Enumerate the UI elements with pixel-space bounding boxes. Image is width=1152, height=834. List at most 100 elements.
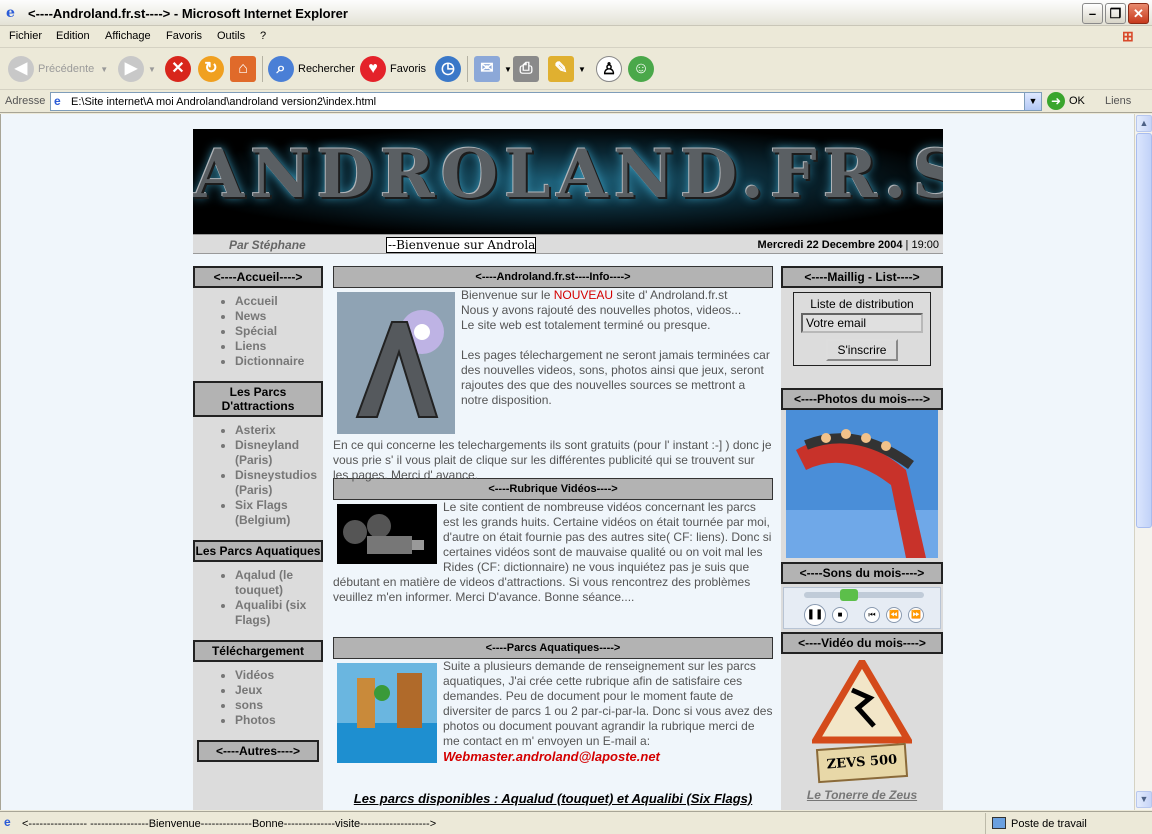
nav-disneystudios[interactable]: Disneystudios (Paris) xyxy=(235,468,323,498)
close-icon: ✕ xyxy=(1133,6,1144,21)
welcome-marquee: --Bienvenue sur Androland xyxy=(386,237,536,253)
page-icon: e xyxy=(54,94,61,108)
menu-affichage[interactable]: Affichage xyxy=(105,30,151,42)
research-button[interactable]: ♙ xyxy=(596,53,626,85)
messenger-icon: ☺ xyxy=(628,56,654,82)
links-label[interactable]: Liens xyxy=(1105,95,1131,107)
aqua-section-heading: <----Parcs Aquatiques----> xyxy=(333,637,773,659)
seek-bar[interactable] xyxy=(804,592,924,598)
nav-photos[interactable]: Photos xyxy=(235,713,323,728)
stop-media-button[interactable]: ■ xyxy=(832,607,848,623)
nav-disneyland[interactable]: Disneyland (Paris) xyxy=(235,438,323,468)
autres-heading: <----Autres----> xyxy=(197,740,319,762)
home-button[interactable]: ⌂ xyxy=(230,53,260,85)
history-button[interactable]: ◷ xyxy=(435,53,465,85)
date-time: Mercredi 22 Decembre 2004 | 19:00 xyxy=(757,239,939,251)
messenger-button[interactable]: ☺ xyxy=(628,53,658,85)
address-bar: Adresse e E:\Site internet\A moi Androla… xyxy=(0,90,1152,113)
close-button[interactable]: ✕ xyxy=(1128,3,1149,24)
refresh-button[interactable]: ↻ xyxy=(198,53,228,85)
title-bar: e <----Androland.fr.st----> - Microsoft … xyxy=(0,0,1152,26)
pause-button[interactable]: ❚❚ xyxy=(804,604,826,626)
zone-label: Poste de travail xyxy=(1011,818,1087,830)
nav-six-flags[interactable]: Six Flags (Belgium) xyxy=(235,498,323,528)
menu-edition[interactable]: Edition xyxy=(56,30,90,42)
minimize-icon: – xyxy=(1088,6,1097,21)
rollercoaster-image xyxy=(786,410,938,558)
nav-special[interactable]: Spécial xyxy=(235,324,323,339)
forward-button[interactable]: ▶ ▼ xyxy=(118,53,156,85)
nav-accueil[interactable]: Accueil xyxy=(235,294,323,309)
chevron-down-icon[interactable]: ▼ xyxy=(1024,93,1041,110)
dl-nav: Vidéos Jeux sons Photos xyxy=(193,662,323,740)
menu-fichier[interactable]: Fichier xyxy=(9,30,42,42)
person-icon: ♙ xyxy=(596,56,622,82)
heart-icon: ♥ xyxy=(360,56,386,82)
maximize-button[interactable]: ❐ xyxy=(1105,3,1126,24)
toolbar-separator xyxy=(467,56,468,82)
mail-button[interactable]: ✉ ▼ xyxy=(474,53,512,85)
nav-asterix[interactable]: Asterix xyxy=(235,423,323,438)
address-input[interactable]: e E:\Site internet\A moi Androland\andro… xyxy=(50,92,1042,111)
accueil-nav: Accueil News Spécial Liens Dictionnaire xyxy=(193,288,323,381)
vertical-scrollbar[interactable]: ▲ ▼ xyxy=(1134,114,1152,810)
menu-outils[interactable]: Outils xyxy=(217,30,245,42)
projector-image xyxy=(337,504,437,564)
previous-button[interactable]: ⏮ xyxy=(864,607,880,623)
date-label: Mercredi 22 Decembre 2004 xyxy=(757,239,903,251)
print-button[interactable]: ⎙ xyxy=(513,53,543,85)
nav-sons[interactable]: sons xyxy=(235,698,323,713)
subscribe-button[interactable]: S'inscrire xyxy=(825,339,899,361)
nav-liens[interactable]: Liens xyxy=(235,339,323,354)
nav-aqalud[interactable]: Aqalud (le touquet) xyxy=(235,568,323,598)
maximize-icon: ❐ xyxy=(1109,6,1122,21)
seek-thumb[interactable] xyxy=(840,589,858,601)
aqua-heading: Les Parcs Aquatiques xyxy=(193,540,323,562)
scroll-up-button[interactable]: ▲ xyxy=(1136,115,1152,132)
zeus-sign: ZEVS 500 xyxy=(815,742,909,784)
aqua-nav: Aqalud (le touquet) Aqualibi (six Flags) xyxy=(193,562,323,640)
fast-forward-icon: ⏩ xyxy=(911,610,921,619)
parcs-dispo-label: Les parcs disponibles : Aqualud (touquet… xyxy=(353,791,753,806)
mailing-heading: <----Maillig - List----> xyxy=(781,266,943,288)
time-label: 19:00 xyxy=(911,239,939,251)
info-section: Bienvenue sur le NOUVEAU site d' Androla… xyxy=(333,288,772,482)
nav-jeux[interactable]: Jeux xyxy=(235,683,323,698)
author-label: Par Stéphane xyxy=(229,238,306,252)
parcs-heading: Les Parcs D'attractions xyxy=(193,381,323,417)
favorites-button[interactable]: ♥ Favoris xyxy=(360,53,426,85)
photos-heading: <----Photos du mois----> xyxy=(781,388,943,410)
stop-button[interactable]: ✕ xyxy=(165,53,195,85)
aquapark-image xyxy=(337,663,437,763)
nav-news[interactable]: News xyxy=(235,309,323,324)
scroll-thumb[interactable] xyxy=(1136,133,1152,528)
window-title: <----Androland.fr.st----> - Microsoft In… xyxy=(28,6,348,21)
printer-icon: ⎙ xyxy=(513,56,539,82)
go-arrow-icon: ➜ xyxy=(1047,92,1065,110)
search-button[interactable]: ⌕ Rechercher xyxy=(268,53,355,85)
back-arrow-icon: ◀ xyxy=(8,56,34,82)
ie-icon: e xyxy=(6,5,15,21)
go-button[interactable]: ➜ OK xyxy=(1047,92,1085,110)
minimize-button[interactable]: – xyxy=(1082,3,1103,24)
nav-aqualibi[interactable]: Aqualibi (six Flags) xyxy=(235,598,323,628)
menu-favoris[interactable]: Favoris xyxy=(166,30,202,42)
home-icon: ⌂ xyxy=(230,56,256,82)
scroll-down-button[interactable]: ▼ xyxy=(1136,791,1152,808)
rewind-button[interactable]: ⏪ xyxy=(886,607,902,623)
menu-help[interactable]: ? xyxy=(260,30,266,42)
nav-videos[interactable]: Vidéos xyxy=(235,668,323,683)
nav-dictionnaire[interactable]: Dictionnaire xyxy=(235,354,323,369)
warning-sign-image xyxy=(812,660,912,744)
video-caption-link[interactable]: Le Tonerre de Zeus xyxy=(781,788,943,802)
aqua-section: Suite a plusieurs demande de renseigneme… xyxy=(333,659,773,779)
site-banner: ANDROLAND.FR.ST xyxy=(193,129,943,234)
sub-header: Par Stéphane --Bienvenue sur Androland M… xyxy=(193,234,943,254)
email-field[interactable]: Votre email xyxy=(801,313,923,333)
back-button[interactable]: ◀ Précédente ▼ xyxy=(8,53,108,85)
page-viewport[interactable]: ANDROLAND.FR.ST Par Stéphane --Bienvenue… xyxy=(0,114,1134,810)
edit-button[interactable]: ✎ ▼ xyxy=(548,53,586,85)
status-bar: e <---------------- ----------------Bien… xyxy=(0,811,1152,834)
address-value: E:\Site internet\A moi Androland\androla… xyxy=(71,96,377,108)
fast-forward-button[interactable]: ⏩ xyxy=(908,607,924,623)
